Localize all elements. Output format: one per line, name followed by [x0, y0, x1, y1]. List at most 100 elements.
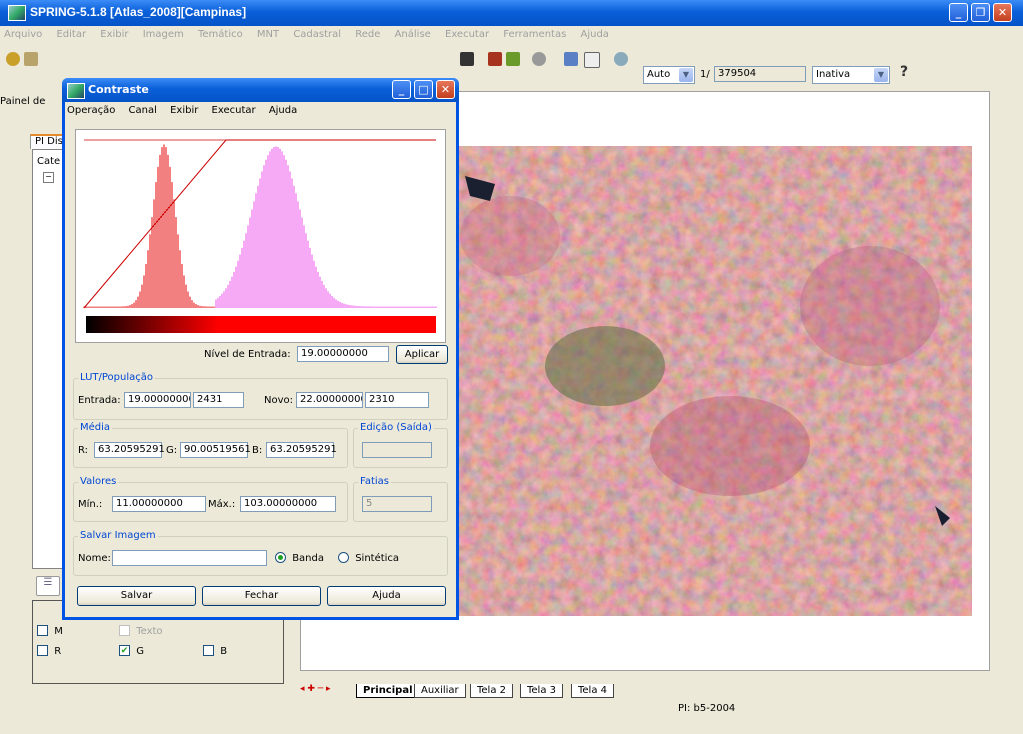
tab-nav-icons[interactable]: ◂ ✚ ─ ▸ — [300, 684, 331, 694]
min-field[interactable]: 11.00000000 — [112, 496, 206, 512]
cursor-info-icon[interactable] — [460, 52, 474, 66]
grid-icon[interactable] — [564, 52, 578, 66]
media-legend: Média — [78, 422, 113, 433]
dialog-menu-bar: Operação Canal Exibir Executar Ajuda — [67, 105, 307, 116]
salvar-button[interactable]: Salvar — [77, 586, 196, 606]
salvar-imagem-group: Salvar Imagem Nome: Banda Sintética — [73, 530, 448, 576]
satellite-image-render — [450, 146, 972, 616]
main-menu-bar: Arquivo Editar Exibir Imagem Temático MN… — [0, 26, 1023, 44]
input-level-label: Nível de Entrada: — [204, 349, 291, 360]
close-icon[interactable]: ✕ — [993, 3, 1012, 22]
max-label: Máx.: — [208, 499, 236, 510]
minimize-icon[interactable]: _ — [949, 3, 968, 22]
radio-banda[interactable] — [275, 552, 286, 563]
menu-cadastral[interactable]: Cadastral — [293, 29, 341, 40]
status-bar: PI: b5-2004 — [0, 700, 1023, 734]
project-icon[interactable] — [24, 52, 38, 66]
checkbox-g[interactable]: ✔ — [119, 645, 130, 656]
restore-icon[interactable]: ❐ — [971, 3, 990, 22]
dialog-minimize-icon[interactable]: _ — [392, 80, 411, 99]
media-group: Média R: 63.20595291 G: 90.00519561 B: 6… — [73, 422, 348, 468]
lut-group: LUT/População Entrada: 19.00000000 2431 … — [73, 372, 448, 420]
mode-select[interactable]: Inativa ▼ — [812, 66, 890, 84]
max-field[interactable]: 103.00000000 — [240, 496, 336, 512]
pointer-icon[interactable] — [584, 52, 600, 68]
novo-field[interactable]: 22.00000000 — [296, 392, 363, 408]
menu-editar[interactable]: Editar — [56, 29, 86, 40]
category-label: Cate — [37, 156, 61, 167]
dialog-menu-operacao[interactable]: Operação — [67, 105, 115, 116]
draw-icon[interactable] — [506, 52, 520, 66]
entrada-pop-field[interactable]: 2431 — [193, 392, 244, 408]
main-title-bar: SPRING-5.1.8 [Atlas_2008][Campinas] _ ❐ … — [0, 0, 1023, 26]
dialog-title-bar: Contraste _ □ ✕ — [62, 78, 459, 102]
menu-mnt[interactable]: MNT — [257, 29, 279, 40]
histogram — [83, 139, 437, 333]
radio-sintetica[interactable] — [338, 552, 349, 563]
tab-tela-2[interactable]: Tela 2 — [470, 684, 514, 698]
menu-imagem[interactable]: Imagem — [143, 29, 184, 40]
tab-pi-dis[interactable]: PI Dis — [30, 134, 66, 149]
tab-tela-4[interactable]: Tela 4 — [571, 684, 615, 698]
dialog-close-icon[interactable]: ✕ — [436, 80, 455, 99]
collapse-icon[interactable]: − — [43, 172, 54, 183]
fatias-legend: Fatias — [358, 476, 391, 487]
satellite-image[interactable] — [450, 146, 972, 616]
menu-tematico[interactable]: Temático — [198, 29, 243, 40]
valores-group: Valores Mín.: 11.00000000 Máx.: 103.0000… — [73, 476, 348, 522]
menu-arquivo[interactable]: Arquivo — [4, 29, 42, 40]
dialog-menu-canal[interactable]: Canal — [129, 105, 157, 116]
dialog-body: Operação Canal Exibir Executar Ajuda Nív… — [65, 102, 456, 617]
media-r-label: R: — [78, 445, 89, 456]
media-b-field[interactable]: 63.20595291 — [266, 442, 337, 458]
histogram-magenta-bars — [215, 146, 437, 308]
list-view-icon[interactable]: ☰ — [36, 576, 60, 596]
scale-input[interactable]: 379504 — [714, 66, 806, 82]
zoom-icon[interactable] — [532, 52, 546, 66]
tab-auxiliar[interactable]: Auxiliar — [414, 684, 466, 698]
dialog-menu-executar[interactable]: Executar — [212, 105, 256, 116]
aplicar-button[interactable]: Aplicar — [396, 345, 448, 364]
menu-rede[interactable]: Rede — [355, 29, 380, 40]
help-icon[interactable]: ? — [900, 64, 908, 80]
scale-prefix: 1/ — [700, 69, 710, 80]
menu-ferramentas[interactable]: Ferramentas — [503, 29, 566, 40]
media-g-field[interactable]: 90.00519561 — [180, 442, 251, 458]
edicao-group: Edição (Saída) — [353, 422, 448, 468]
media-g-label: G: — [166, 445, 178, 456]
media-r-field[interactable]: 63.20595291 — [94, 442, 165, 458]
dialog-menu-exibir[interactable]: Exibir — [170, 105, 198, 116]
ajuda-button[interactable]: Ajuda — [327, 586, 446, 606]
dialog-maximize-icon[interactable]: □ — [414, 80, 433, 99]
novo-pop-field[interactable]: 2310 — [365, 392, 429, 408]
status-pi: PI: b5-2004 — [678, 703, 736, 714]
checkbox-b[interactable] — [203, 645, 214, 656]
spring-app-icon — [8, 5, 26, 21]
menu-executar[interactable]: Executar — [445, 29, 489, 40]
dialog-menu-ajuda[interactable]: Ajuda — [269, 105, 297, 116]
edicao-legend: Edição (Saída) — [358, 422, 434, 433]
fechar-button[interactable]: Fechar — [202, 586, 321, 606]
zoom-mode-select[interactable]: Auto ▼ — [643, 66, 695, 84]
checkbox-m[interactable] — [37, 625, 48, 636]
undo-icon[interactable] — [488, 52, 502, 66]
pan-icon[interactable] — [614, 52, 628, 66]
fatias-field: 5 — [362, 496, 432, 512]
window-title: SPRING-5.1.8 [Atlas_2008][Campinas] — [30, 5, 247, 19]
menu-ajuda[interactable]: Ajuda — [580, 29, 608, 40]
lut-legend: LUT/População — [78, 372, 155, 383]
entrada-field[interactable]: 19.00000000 — [124, 392, 191, 408]
checkbox-texto[interactable] — [119, 625, 130, 636]
media-b-label: B: — [252, 445, 263, 456]
input-level-field[interactable]: 19.00000000 — [297, 346, 389, 362]
checkbox-r[interactable] — [37, 645, 48, 656]
menu-exibir[interactable]: Exibir — [100, 29, 128, 40]
database-icon[interactable] — [6, 52, 20, 66]
contraste-dialog: Contraste _ □ ✕ Operação Canal Exibir Ex… — [62, 78, 459, 620]
tab-principal[interactable]: Principal — [356, 684, 420, 698]
dialog-app-icon — [67, 83, 85, 99]
menu-analise[interactable]: Análise — [395, 29, 431, 40]
tab-tela-3[interactable]: Tela 3 — [520, 684, 564, 698]
nome-field[interactable] — [112, 550, 267, 566]
histogram-panel[interactable] — [75, 129, 446, 343]
